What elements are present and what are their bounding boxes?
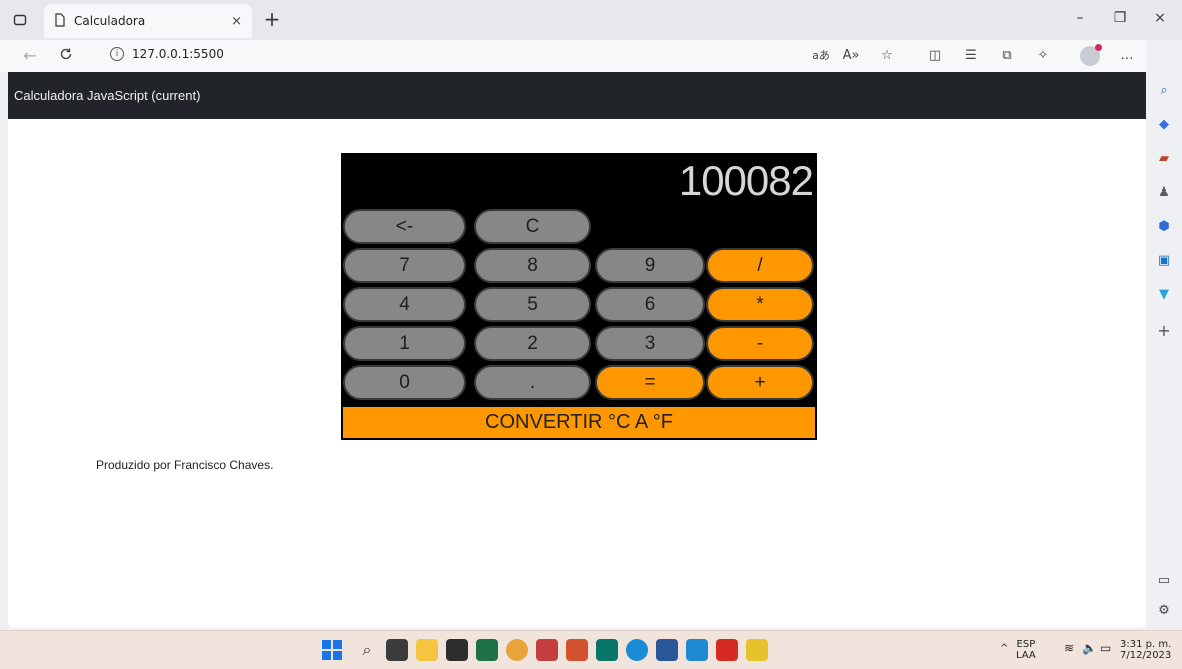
powerpoint-icon[interactable] — [566, 639, 588, 661]
key-4[interactable]: 4 — [343, 287, 466, 322]
subtract-button[interactable]: - — [706, 326, 814, 361]
input-language[interactable]: ESP LAA — [1016, 639, 1036, 661]
restore-button[interactable]: ❐ — [1100, 10, 1140, 32]
footer-credit: Produzido por Francisco Chaves. — [96, 458, 274, 472]
office-icon[interactable]: ⬢ — [1154, 218, 1174, 236]
taskbar-search-icon[interactable]: ⌕ — [356, 639, 378, 661]
info-icon[interactable]: i — [110, 47, 124, 61]
browser-sidebar: ⌕ ◆ ▰ ♟ ⬢ ▣ ▼ + ▭ ⚙ — [1146, 40, 1182, 630]
multiply-button[interactable]: * — [706, 287, 814, 322]
clock[interactable]: 3:31 p. m. 7/12/2023 — [1120, 639, 1171, 661]
more-menu-icon[interactable]: … — [1116, 46, 1138, 66]
shopping-tag-icon[interactable]: ◆ — [1154, 116, 1174, 134]
browser-tab[interactable]: Calculadora × — [44, 4, 252, 38]
key-9[interactable]: 9 — [595, 248, 705, 283]
favorites-icon[interactable]: ☰ — [960, 46, 982, 66]
key-1[interactable]: 1 — [343, 326, 466, 361]
search-icon[interactable]: ⌕ — [1154, 82, 1174, 100]
key-2[interactable]: 2 — [474, 326, 591, 361]
extensions-icon[interactable]: ✧ — [1032, 46, 1054, 66]
page-icon — [54, 12, 66, 30]
refresh-icon[interactable] — [52, 44, 80, 68]
clock-date: 7/12/2023 — [1120, 650, 1172, 661]
games-icon[interactable]: ♟ — [1154, 184, 1174, 202]
word-icon[interactable] — [656, 639, 678, 661]
chrome-icon[interactable] — [506, 639, 528, 661]
backspace-button[interactable]: <- — [343, 209, 466, 244]
read-aloud-icon[interactable]: A» — [840, 46, 862, 66]
language-region: LAA — [1016, 650, 1036, 661]
translate-icon[interactable]: aあ — [810, 46, 832, 66]
divide-button[interactable]: / — [706, 248, 814, 283]
split-screen-icon[interactable]: ◫ — [924, 46, 946, 66]
calculator-display: 100082 — [678, 157, 814, 204]
key-3[interactable]: 3 — [595, 326, 705, 361]
clear-button[interactable]: C — [474, 209, 591, 244]
drop-icon[interactable]: ▼ — [1154, 286, 1174, 304]
clock-time: 3:31 p. m. — [1120, 639, 1172, 650]
wifi-icon[interactable]: ≋ — [1064, 642, 1074, 654]
key-6[interactable]: 6 — [595, 287, 705, 322]
outlook-icon[interactable]: ▣ — [1154, 252, 1174, 270]
vscode-icon[interactable] — [686, 639, 708, 661]
new-tab-button[interactable]: + — [260, 8, 284, 32]
minimize-button[interactable]: – — [1060, 10, 1100, 32]
decimal-button[interactable]: . — [474, 365, 591, 400]
collections-icon[interactable]: ⧉ — [996, 46, 1018, 66]
navbar: Calculadora JavaScript (current) — [8, 72, 1146, 119]
navbar-brand[interactable]: Calculadora JavaScript (current) — [14, 88, 200, 103]
tools-briefcase-icon[interactable]: ▰ — [1154, 150, 1174, 168]
language-code: ESP — [1016, 639, 1036, 650]
equals-button[interactable]: = — [595, 365, 705, 400]
acrobat-icon[interactable] — [716, 639, 738, 661]
file-explorer-icon[interactable] — [416, 639, 438, 661]
key-7[interactable]: 7 — [343, 248, 466, 283]
address-bar[interactable]: i 127.0.0.1:5500 — [110, 47, 224, 61]
back-icon[interactable]: ← — [16, 44, 44, 68]
tab-actions-icon[interactable] — [6, 8, 34, 32]
store-icon[interactable] — [446, 639, 468, 661]
notepad-icon[interactable] — [746, 639, 768, 661]
taskbar: ⌕ ^ ESP LAA ≋ 🔈 ▭ 3:31 p. m. 7/12/2023 — [0, 630, 1182, 669]
url-text: 127.0.0.1:5500 — [132, 47, 224, 61]
key-8[interactable]: 8 — [474, 248, 591, 283]
browser-toolbar: ← i 127.0.0.1:5500 aあ A» ☆ ◫ ☰ ⧉ ✧ … — [0, 40, 1146, 72]
excel-icon[interactable] — [476, 639, 498, 661]
profile-avatar[interactable] — [1080, 44, 1102, 66]
key-5[interactable]: 5 — [474, 287, 591, 322]
favorite-star-icon[interactable]: ☆ — [876, 46, 898, 66]
web-page: Calculadora JavaScript (current) 100082 … — [8, 72, 1146, 628]
convert-celsius-button[interactable]: CONVERTIR °C A °F — [343, 407, 815, 438]
battery-icon[interactable]: ▭ — [1100, 642, 1111, 654]
add-button[interactable]: + — [706, 365, 814, 400]
browser-titlebar: Calculadora × + – ❐ × — [0, 0, 1182, 40]
add-sidebar-icon[interactable]: + — [1154, 322, 1174, 340]
windows-start-icon[interactable] — [322, 640, 342, 660]
publisher-icon[interactable] — [596, 639, 618, 661]
tab-title: Calculadora — [74, 14, 146, 28]
access-icon[interactable] — [536, 639, 558, 661]
settings-gear-icon[interactable]: ⚙ — [1154, 602, 1174, 620]
tray-overflow-icon[interactable]: ^ — [1000, 643, 1008, 654]
key-0[interactable]: 0 — [343, 365, 466, 400]
volume-icon[interactable]: 🔈 — [1082, 642, 1097, 654]
task-view-icon[interactable] — [386, 639, 408, 661]
close-window-button[interactable]: × — [1140, 10, 1180, 32]
edge-icon[interactable] — [626, 639, 648, 661]
hide-sidebar-icon[interactable]: ▭ — [1154, 572, 1174, 590]
tab-close-icon[interactable]: × — [231, 14, 242, 29]
calculator: 100082 <- C 7 8 9 / 4 5 6 * 1 2 3 - 0 . … — [341, 153, 817, 440]
